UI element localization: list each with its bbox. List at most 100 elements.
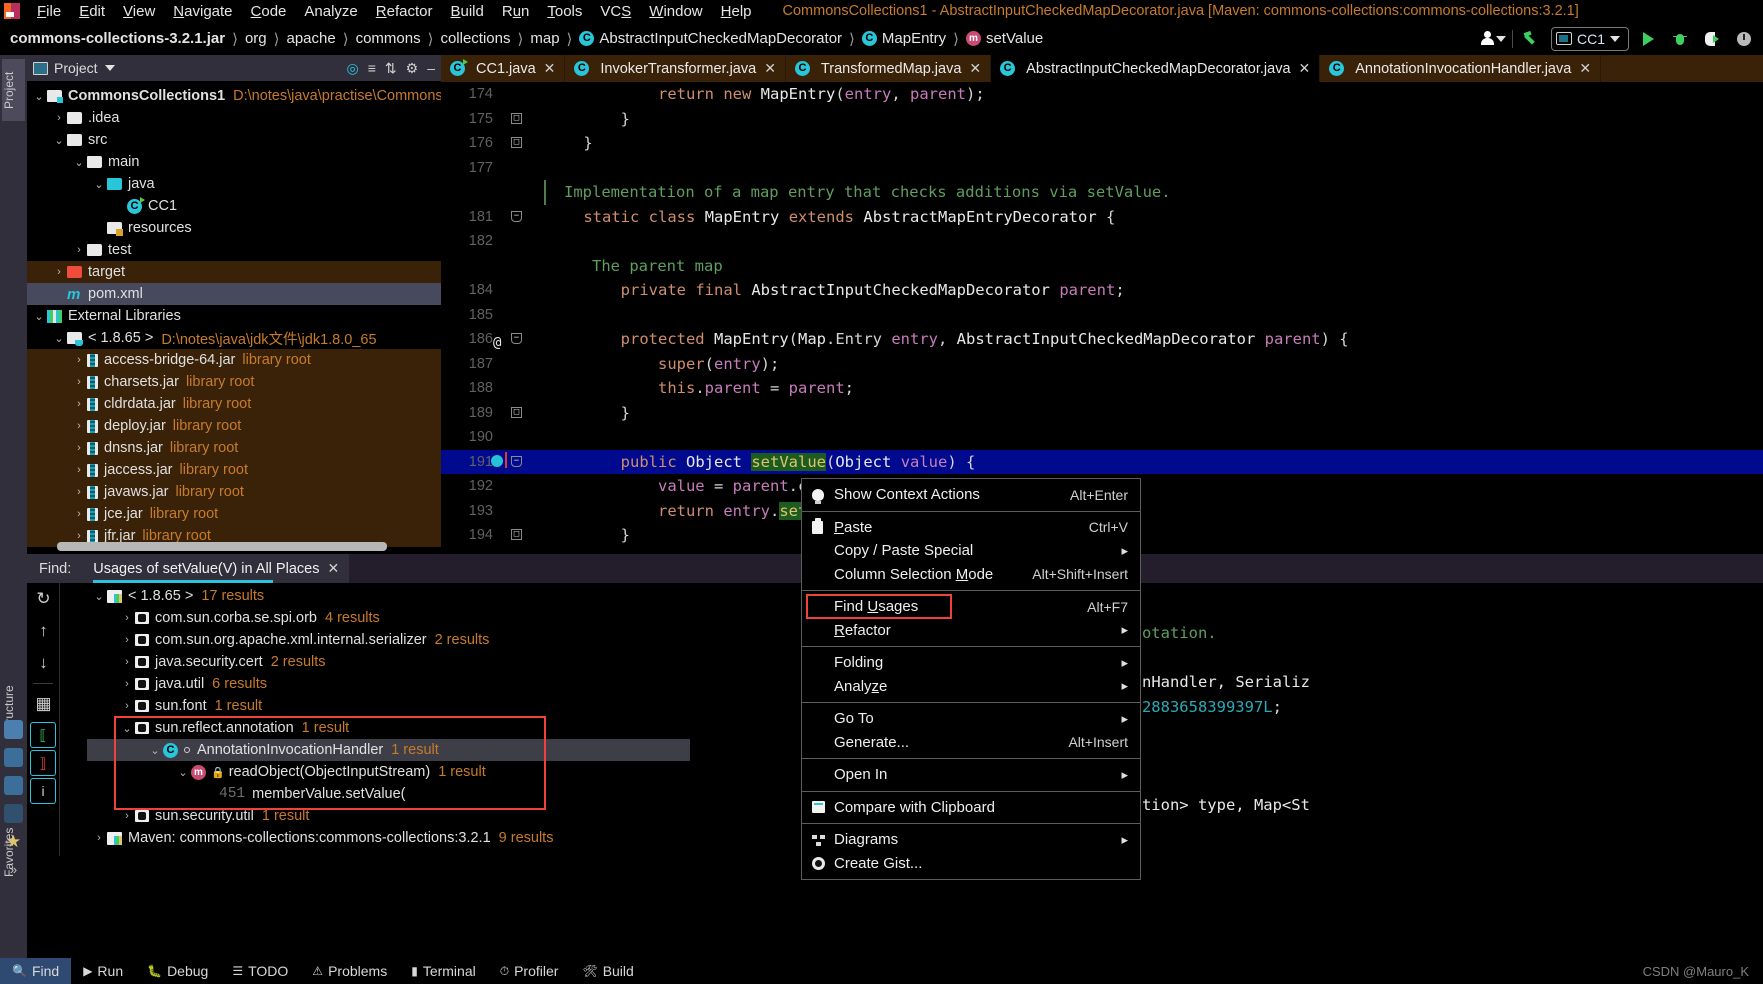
context-menu-item[interactable]: Open In ▸ (802, 763, 1140, 787)
fold-end-icon[interactable]: □ (511, 529, 522, 540)
project-tree-item[interactable]: ⌄ CommonsCollections1 D:\notes\java\practi… (27, 85, 441, 107)
context-menu-item[interactable]: Analyze ▸ (802, 675, 1140, 699)
gutter-mark[interactable]: □ (493, 107, 546, 132)
gutter-mark[interactable] (493, 303, 546, 328)
project-tree-item[interactable]: › target (27, 261, 441, 283)
close-icon[interactable]: ✕ (544, 60, 556, 77)
run-button[interactable] (1635, 27, 1661, 51)
tree-expand-arrow[interactable]: › (51, 266, 67, 278)
tree-expand-arrow[interactable]: › (119, 634, 135, 646)
project-tree-item[interactable]: › charsets.jar library root (27, 371, 441, 393)
close-icon[interactable]: ✕ (764, 60, 776, 77)
structure-tool-icon[interactable] (4, 720, 23, 739)
project-tree-item[interactable]: ⌄ < 1.8.65 > D:\notes\java\jdk文件\jdk1.8.0_… (27, 327, 441, 349)
gear-icon[interactable]: ⚙ (406, 61, 419, 75)
up-arrow-icon[interactable]: ↑ (27, 615, 60, 647)
editor-tab[interactable]: C AbstractInputCheckedMapDecorator.java ✕ (991, 55, 1321, 82)
gutter-mark[interactable]: □ (493, 523, 546, 548)
menu-build[interactable]: Build (441, 3, 492, 20)
context-menu-item[interactable]: Compare with Clipboard (802, 796, 1140, 820)
sort-icon[interactable]: ⇅ (385, 61, 397, 75)
profiler-button[interactable] (1731, 27, 1757, 51)
editor-tab[interactable]: C AnnotationInvocationHandler.java ✕ (1320, 55, 1602, 82)
context-menu-item[interactable]: Show Context Actions Alt+Enter (802, 483, 1140, 507)
project-tree-item[interactable]: › dnsns.jar library root (27, 437, 441, 459)
menu-file[interactable]: File (28, 3, 70, 20)
user-settings-icon[interactable] (1480, 27, 1506, 51)
project-tree-item[interactable]: ⌄ java (27, 173, 441, 195)
project-tree-item[interactable]: resources (27, 217, 441, 239)
project-tree-item[interactable]: › javaws.jar library root (27, 481, 441, 503)
tree-expand-arrow[interactable]: › (71, 508, 87, 520)
rerun-icon[interactable]: ↻ (27, 583, 60, 615)
menu-vcs[interactable]: VCS (591, 3, 640, 20)
editor-tab[interactable]: C TransformedMap.java ✕ (786, 55, 992, 82)
project-tree-item[interactable]: › cldrdata.jar library root (27, 393, 441, 415)
context-menu-item[interactable]: Go To ▸ (802, 707, 1140, 731)
project-tree-item[interactable]: ⌄ main (27, 151, 441, 173)
status-bar-build[interactable]: 🛠 Build (570, 958, 645, 984)
tree-expand-arrow[interactable]: › (71, 464, 87, 476)
tree-expand-arrow[interactable]: ⌄ (119, 722, 135, 735)
tree-expand-arrow[interactable]: › (71, 530, 87, 542)
status-bar-run[interactable]: ▶ Run (71, 958, 135, 984)
tree-expand-arrow[interactable]: › (71, 354, 87, 366)
tree-expand-arrow[interactable]: ⌄ (147, 744, 163, 757)
close-icon[interactable]: ✕ (327, 560, 339, 577)
status-bar-problems[interactable]: ⚠ Problems (300, 958, 399, 984)
close-icon[interactable]: ✕ (969, 60, 981, 77)
green-arrow-icon[interactable] (1519, 27, 1545, 51)
more-tools-icon[interactable]: » (4, 860, 23, 879)
tree-expand-arrow[interactable]: › (71, 486, 87, 498)
menu-window[interactable]: Window (640, 3, 711, 20)
tree-expand-arrow[interactable]: › (71, 398, 87, 410)
gutter-mark[interactable] (493, 156, 546, 181)
tree-expand-arrow[interactable]: › (91, 832, 107, 844)
gutter-mark[interactable] (493, 425, 546, 450)
tree-expand-arrow[interactable]: › (119, 656, 135, 668)
breadcrumb-jar[interactable]: commons-collections-3.2.1.jar (10, 30, 225, 47)
chevron-down-icon[interactable] (104, 65, 115, 71)
gutter-mark[interactable]: − (491, 450, 546, 475)
tree-expand-arrow[interactable]: › (119, 700, 135, 712)
project-tree-item[interactable]: › access-bridge-64.jar library root (27, 349, 441, 371)
context-menu-item[interactable]: Create Gist... (802, 852, 1140, 876)
gutter-mark[interactable] (493, 82, 546, 107)
target-icon[interactable]: ◎ (347, 61, 359, 75)
breadcrumb-method-setvalue[interactable]: m setValue (965, 30, 1043, 47)
breadcrumb-class-abstractinputcheckedmapdecorator[interactable]: C AbstractInputCheckedMapDecorator (579, 30, 842, 47)
menu-code[interactable]: Code (242, 3, 296, 20)
breadcrumb-commons[interactable]: commons (356, 30, 421, 47)
breadcrumb-org[interactable]: org (245, 30, 267, 47)
context-menu-item[interactable]: Paste Ctrl+V (802, 516, 1140, 540)
project-tree-item[interactable]: C CC1 (27, 195, 441, 217)
tree-expand-arrow[interactable]: ⌄ (91, 178, 107, 191)
gutter-mark[interactable] (493, 499, 546, 524)
status-bar-profiler[interactable]: ⏱ Profiler (488, 958, 571, 984)
tree-expand-arrow[interactable]: › (119, 810, 135, 822)
breadcrumb-map[interactable]: map (530, 30, 559, 47)
tree-expand-arrow[interactable]: › (71, 442, 87, 454)
minimize-icon[interactable]: – (427, 61, 435, 75)
favorites-star-icon[interactable]: ★ (4, 832, 23, 851)
breadcrumb-class-mapentry[interactable]: C MapEntry (861, 30, 946, 47)
gutter-mark[interactable]: @ − (493, 327, 546, 352)
gutter-mark[interactable] (493, 376, 546, 401)
project-horizontal-scrollbar[interactable] (57, 542, 387, 551)
gutter-mark[interactable] (493, 278, 546, 303)
tree-expand-arrow[interactable]: › (71, 244, 87, 256)
menu-view[interactable]: View (114, 3, 164, 20)
context-menu-item[interactable]: Refactor ▸ (802, 619, 1140, 643)
fold-start-icon[interactable]: − (511, 333, 522, 344)
menu-navigate[interactable]: Navigate (164, 3, 241, 20)
editor-tab[interactable]: C CC1.java ✕ (441, 55, 566, 82)
project-tree-item[interactable]: ⌄ src (27, 129, 441, 151)
tree-expand-arrow[interactable]: › (119, 678, 135, 690)
tree-expand-arrow[interactable]: › (71, 376, 87, 388)
context-menu-item[interactable]: Generate... Alt+Insert (802, 731, 1140, 755)
status-bar-todo[interactable]: ☰ TODO (220, 958, 300, 984)
status-bar-terminal[interactable]: ▮ Terminal (399, 958, 488, 984)
context-menu-item[interactable]: Copy / Paste Special ▸ (802, 539, 1140, 563)
tree-expand-arrow[interactable]: ⌄ (31, 310, 47, 323)
sidebar-item-project[interactable]: Project (2, 59, 25, 121)
